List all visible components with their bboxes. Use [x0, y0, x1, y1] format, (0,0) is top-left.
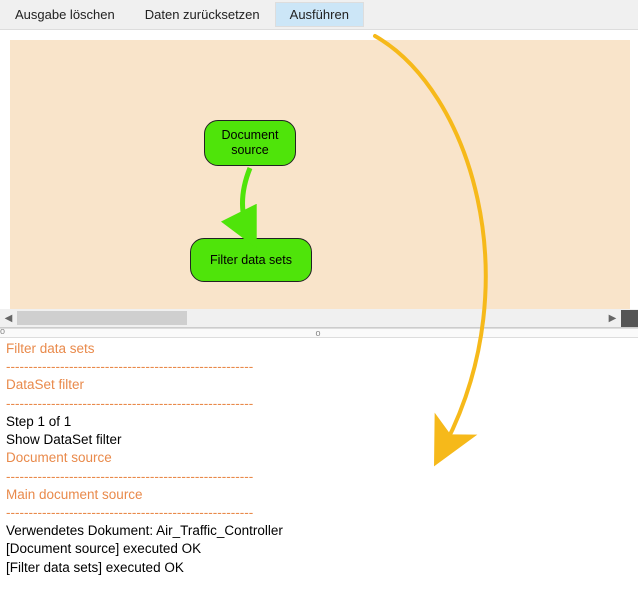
output-line: DataSet filter — [6, 376, 632, 394]
workflow-canvas-container: Document source Filter data sets ◀ ▶ — [0, 30, 638, 328]
output-line: ----------------------------------------… — [6, 395, 632, 413]
output-line: Verwendetes Dokument: Air_Traffic_Contro… — [6, 522, 632, 540]
output-line: Filter data sets — [6, 340, 632, 358]
output-line: Document source — [6, 449, 632, 467]
scroll-left-icon[interactable]: ◀ — [0, 310, 17, 327]
output-line: [Filter data sets] executed OK — [6, 559, 632, 577]
output-line: ----------------------------------------… — [6, 504, 632, 522]
reset-data-button[interactable]: Daten zurücksetzen — [130, 2, 275, 27]
output-line: ----------------------------------------… — [6, 468, 632, 486]
scroll-right-icon[interactable]: ▶ — [604, 310, 621, 327]
horizontal-scrollbar[interactable]: ◀ ▶ — [0, 309, 638, 327]
clear-output-button[interactable]: Ausgabe löschen — [0, 2, 130, 27]
output-line: Step 1 of 1 — [6, 413, 632, 431]
workflow-canvas[interactable]: Document source Filter data sets — [10, 40, 630, 309]
toolbar: Ausgabe löschen Daten zurücksetzen Ausfü… — [0, 0, 638, 30]
node-filter-data-sets[interactable]: Filter data sets — [190, 238, 312, 282]
scroll-track[interactable] — [17, 310, 604, 327]
output-line: Show DataSet filter — [6, 431, 632, 449]
pane-splitter[interactable]: o o — [0, 328, 638, 338]
output-panel: Filter data sets------------------------… — [0, 338, 638, 612]
output-line: Main document source — [6, 486, 632, 504]
node-label: Filter data sets — [210, 253, 292, 268]
scroll-thumb[interactable] — [17, 311, 187, 325]
output-line: ----------------------------------------… — [6, 358, 632, 376]
splitter-grip-icon: o — [0, 326, 5, 336]
scroll-corner — [621, 310, 638, 327]
node-label: Document source — [213, 128, 287, 158]
node-document-source[interactable]: Document source — [204, 120, 296, 166]
node-connector-arrow — [10, 40, 630, 309]
execute-button[interactable]: Ausführen — [275, 2, 364, 27]
splitter-grip-icon: o — [315, 328, 322, 338]
output-line: [Document source] executed OK — [6, 540, 632, 558]
